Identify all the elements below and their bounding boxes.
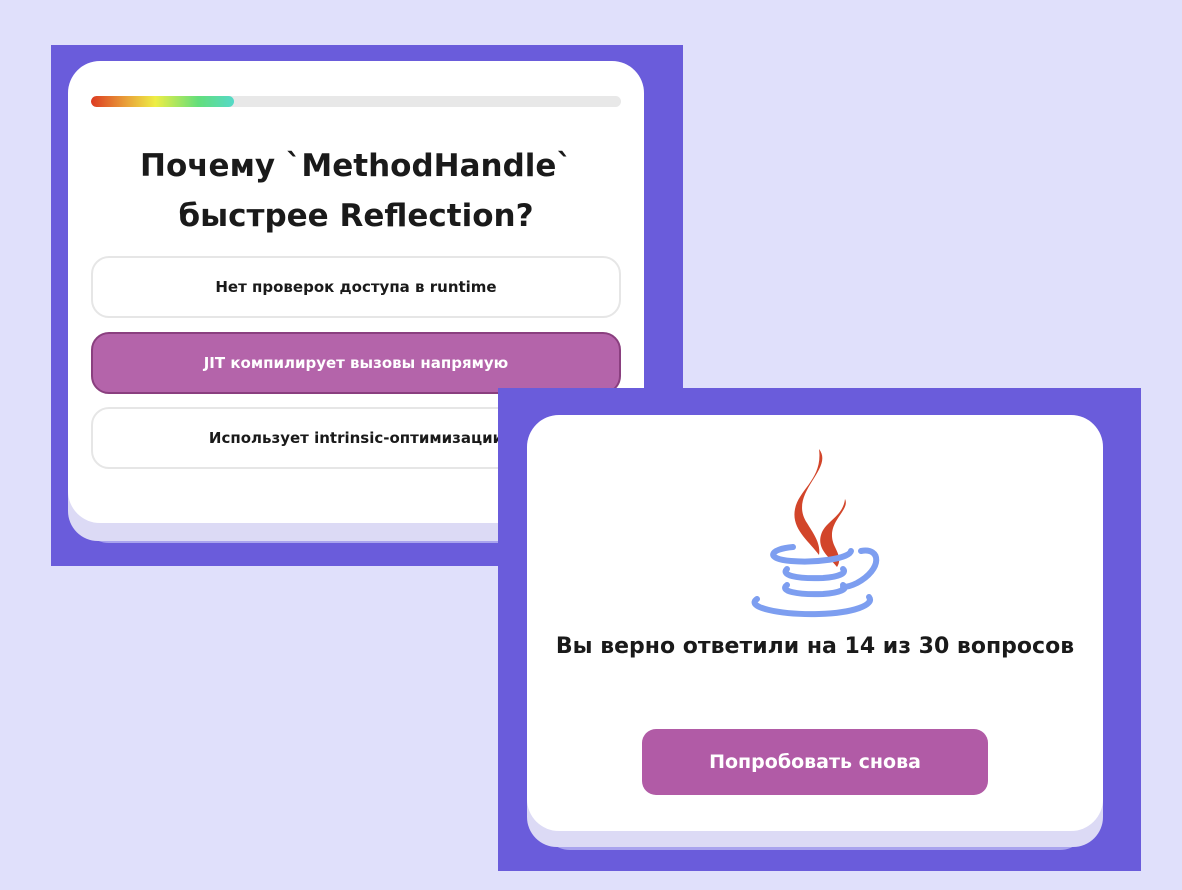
answer-option[interactable]: JIT компилирует вызовы напрямую	[91, 332, 621, 394]
answer-option-label: Использует intrinsic-оптимизации	[208, 429, 504, 447]
result-panel: Вы верно ответили на 14 из 30 вопросов П…	[498, 388, 1141, 871]
result-card: Вы верно ответили на 14 из 30 вопросов П…	[527, 415, 1103, 831]
java-coffee-cup-icon	[751, 449, 880, 618]
result-summary: Вы верно ответили на 14 из 30 вопросов	[555, 634, 1075, 659]
progress-bar	[91, 96, 621, 107]
answer-option-label: JIT компилирует вызовы напрямую	[203, 354, 509, 372]
steam-icon	[794, 449, 846, 567]
question-title: Почему `MethodHandle` быстрее Reflection…	[140, 148, 572, 234]
answer-option[interactable]: Нет проверок доступа в runtime	[91, 256, 621, 318]
cup-icon	[751, 544, 880, 618]
answer-option-label: Нет проверок доступа в runtime	[215, 278, 497, 296]
try-again-button[interactable]: Попробовать снова	[642, 729, 988, 795]
progress-bar-fill	[91, 96, 235, 107]
